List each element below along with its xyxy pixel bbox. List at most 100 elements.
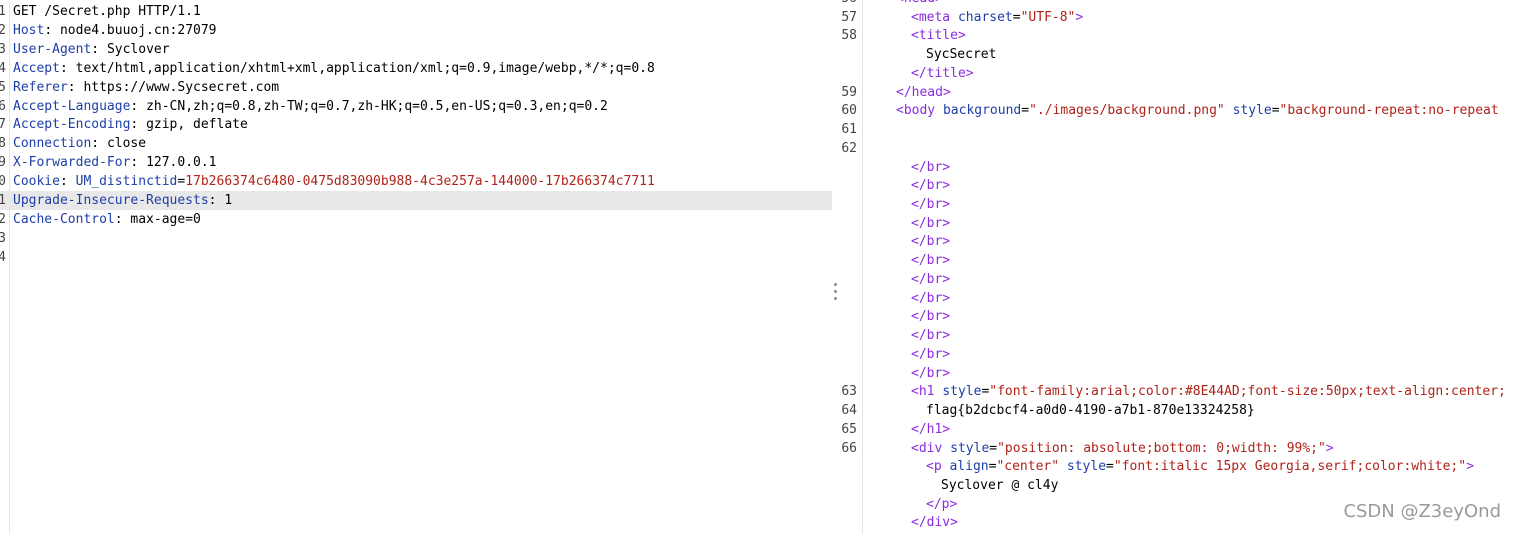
request-line[interactable]: 8 Connection: close [0, 134, 832, 153]
response-line[interactable]: 58 <title> [841, 27, 1515, 46]
request-line-text: Accept-Language: zh-CN,zh;q=0.8,zh-TW;q=… [13, 97, 608, 116]
header-name: Cookie [13, 174, 60, 190]
header-separator: : [91, 41, 107, 57]
request-line[interactable]: 2 Cache-Control: max-age=0 [0, 210, 832, 229]
request-line-text: Referer: https://www.Sycsecret.com [13, 78, 279, 97]
response-line[interactable]: </br> [863, 346, 1515, 365]
response-line[interactable]: </br> [863, 159, 1515, 178]
html-tag: <body [896, 103, 943, 119]
response-line[interactable]: </br> [863, 327, 1515, 346]
request-line-text: Connection: close [13, 134, 146, 153]
html-attribute: background [942, 103, 1022, 119]
html-tag: <div [911, 440, 951, 456]
request-line[interactable]: 3 [0, 229, 832, 248]
request-editor[interactable]: 1 GET /Secret.php HTTP/1.1 2 Host: node4.bu… [0, 0, 832, 534]
html-attribute-value: "background-repeat:no-repeat [1279, 103, 1499, 119]
response-line[interactable]: 64 flag{b2dcbcf4-a0d0-4190-a7b1-870e13324… [841, 402, 1515, 421]
response-line[interactable]: 56<head> [841, 0, 1515, 9]
header-value: 1 [224, 193, 233, 208]
response-line[interactable]: Syclover @ cl4y [863, 477, 1515, 496]
header-separator: : [91, 136, 107, 152]
html-attribute-value: "./images/background.png" [1029, 103, 1225, 119]
response-line[interactable]: </br> [863, 308, 1515, 327]
html-tag: </title> [911, 65, 974, 81]
response-line[interactable]: </br> [863, 177, 1515, 196]
html-tag: > [1075, 9, 1084, 25]
html-attribute-value: "center" [996, 459, 1060, 475]
line-number: 60 [841, 103, 857, 119]
html-tag: <title> [911, 28, 966, 44]
html-text [1059, 459, 1067, 474]
header-value: 127.0.0.1 [146, 155, 217, 171]
request-line-text: X-Forwarded-For: 127.0.0.1 [13, 153, 217, 172]
response-line[interactable]: </br> [863, 233, 1515, 252]
html-text [1225, 103, 1233, 118]
request-line[interactable]: 2 Host: node4.buuoj.cn:27079 [0, 21, 832, 40]
response-line[interactable]: </br> [863, 196, 1515, 215]
splitter-grip-icon[interactable] [832, 283, 838, 303]
response-line[interactable]: </title> [863, 65, 1515, 84]
request-line[interactable]: 3 User-Agent: Syclover [0, 40, 832, 59]
header-name: Host [13, 22, 45, 38]
header-separator: : [130, 98, 147, 114]
line-number: 58 [841, 28, 857, 44]
request-line[interactable]: 6 Accept-Language: zh-CN,zh;q=0.8,zh-TW;q… [0, 97, 832, 116]
response-viewer[interactable]: 56<head>57<meta charset="UTF-8">58 <title… [841, 0, 1515, 534]
response-line-text: <head> [896, 0, 943, 9]
html-text: = [1271, 103, 1280, 119]
html-attribute-value: "font:italic 15px Georgia,serif;color:wh… [1113, 459, 1467, 475]
watermark: CSDN @Z3eyOnd [1343, 501, 1501, 522]
response-line[interactable]: 66 <div style="position: absolute;bottom:… [841, 440, 1515, 459]
html-attribute: align [949, 459, 989, 475]
header-value: node4.buuoj.cn:27079 [59, 22, 217, 38]
html-tag: </br> [911, 328, 951, 344]
request-line-text: Cache-Control: max-age=0 [13, 210, 201, 229]
html-tag: </br> [911, 234, 951, 250]
response-line[interactable]: 63 <h1 style="font-family:arial;color:#8E… [841, 383, 1515, 402]
line-number: 9 [0, 155, 6, 171]
request-line-text: User-Agent: Syclover [13, 40, 170, 59]
response-line-text: </p> [926, 496, 957, 515]
request-line[interactable]: 1 Upgrade-Insecure-Requests: 1 [0, 191, 832, 210]
html-attribute: charset [957, 9, 1013, 25]
response-line[interactable]: 60 <body background = "./images/background.… [841, 102, 1515, 121]
request-line[interactable]: 1 GET /Secret.php HTTP/1.1 [0, 2, 832, 21]
request-line[interactable]: 5 Referer: https://www.Sycsecret.com [0, 78, 832, 97]
response-line[interactable]: 61 [841, 121, 1515, 140]
response-line[interactable]: </br> [863, 215, 1515, 234]
header-separator: : [59, 174, 76, 190]
request-line[interactable]: 7 Accept-Encoding: gzip, deflate [0, 115, 832, 134]
response-line-text: <h1 style="font-family:arial;color:#8E44… [911, 383, 1506, 402]
response-line-text: </div> [911, 514, 958, 533]
header-name: Connection [13, 136, 92, 152]
line-number: 1 [0, 193, 6, 208]
response-line[interactable]: </br> [863, 290, 1515, 309]
response-line[interactable]: SycSecret [863, 46, 1515, 65]
html-tag: </div> [911, 515, 958, 531]
response-line[interactable]: 62 [841, 140, 1515, 159]
response-line[interactable]: </br> [863, 365, 1515, 384]
line-number: 56 [823, 0, 857, 9]
response-line[interactable]: 57 <meta charset="UTF-8"> [841, 9, 1515, 28]
response-line[interactable]: 65 </h1> [841, 421, 1515, 440]
request-line[interactable]: 4 [0, 248, 832, 267]
cookie-value: 17b266374c6480-0475d83090b988-4c3e257a-1… [185, 174, 655, 190]
response-line[interactable]: </br> [863, 271, 1515, 290]
response-line[interactable]: </br> [863, 252, 1515, 271]
html-tag: > [1466, 459, 1474, 475]
header-value: max-age=0 [130, 211, 201, 227]
html-tag: </br> [911, 178, 951, 194]
header-separator: : [114, 211, 131, 227]
request-line[interactable]: 9 X-Forwarded-For: 127.0.0.1 [0, 153, 832, 172]
response-line[interactable]: <p align="center" style="font:italic 15p… [863, 458, 1515, 477]
request-line[interactable]: 4 Accept: text/html,application/xhtml+xml… [0, 59, 832, 78]
response-line-text: </br> [911, 177, 950, 196]
response-line-text: </h1> [911, 421, 950, 440]
response-line[interactable]: 59 </head> [841, 84, 1515, 103]
html-attribute: style [942, 384, 982, 400]
html-text: flag{b2dcbcf4-a0d0-4190-a7b1-870e1332425… [926, 403, 1255, 419]
line-number: 6 [0, 98, 6, 114]
request-line[interactable]: 0 Cookie: UM_distinctid=17b266374c6480-04… [0, 172, 832, 191]
html-attribute-value: "position: absolute;bottom: 0;width: 99%… [997, 440, 1326, 456]
html-attribute-value: "font-family:arial;color:#8E44AD;font-si… [989, 384, 1506, 400]
